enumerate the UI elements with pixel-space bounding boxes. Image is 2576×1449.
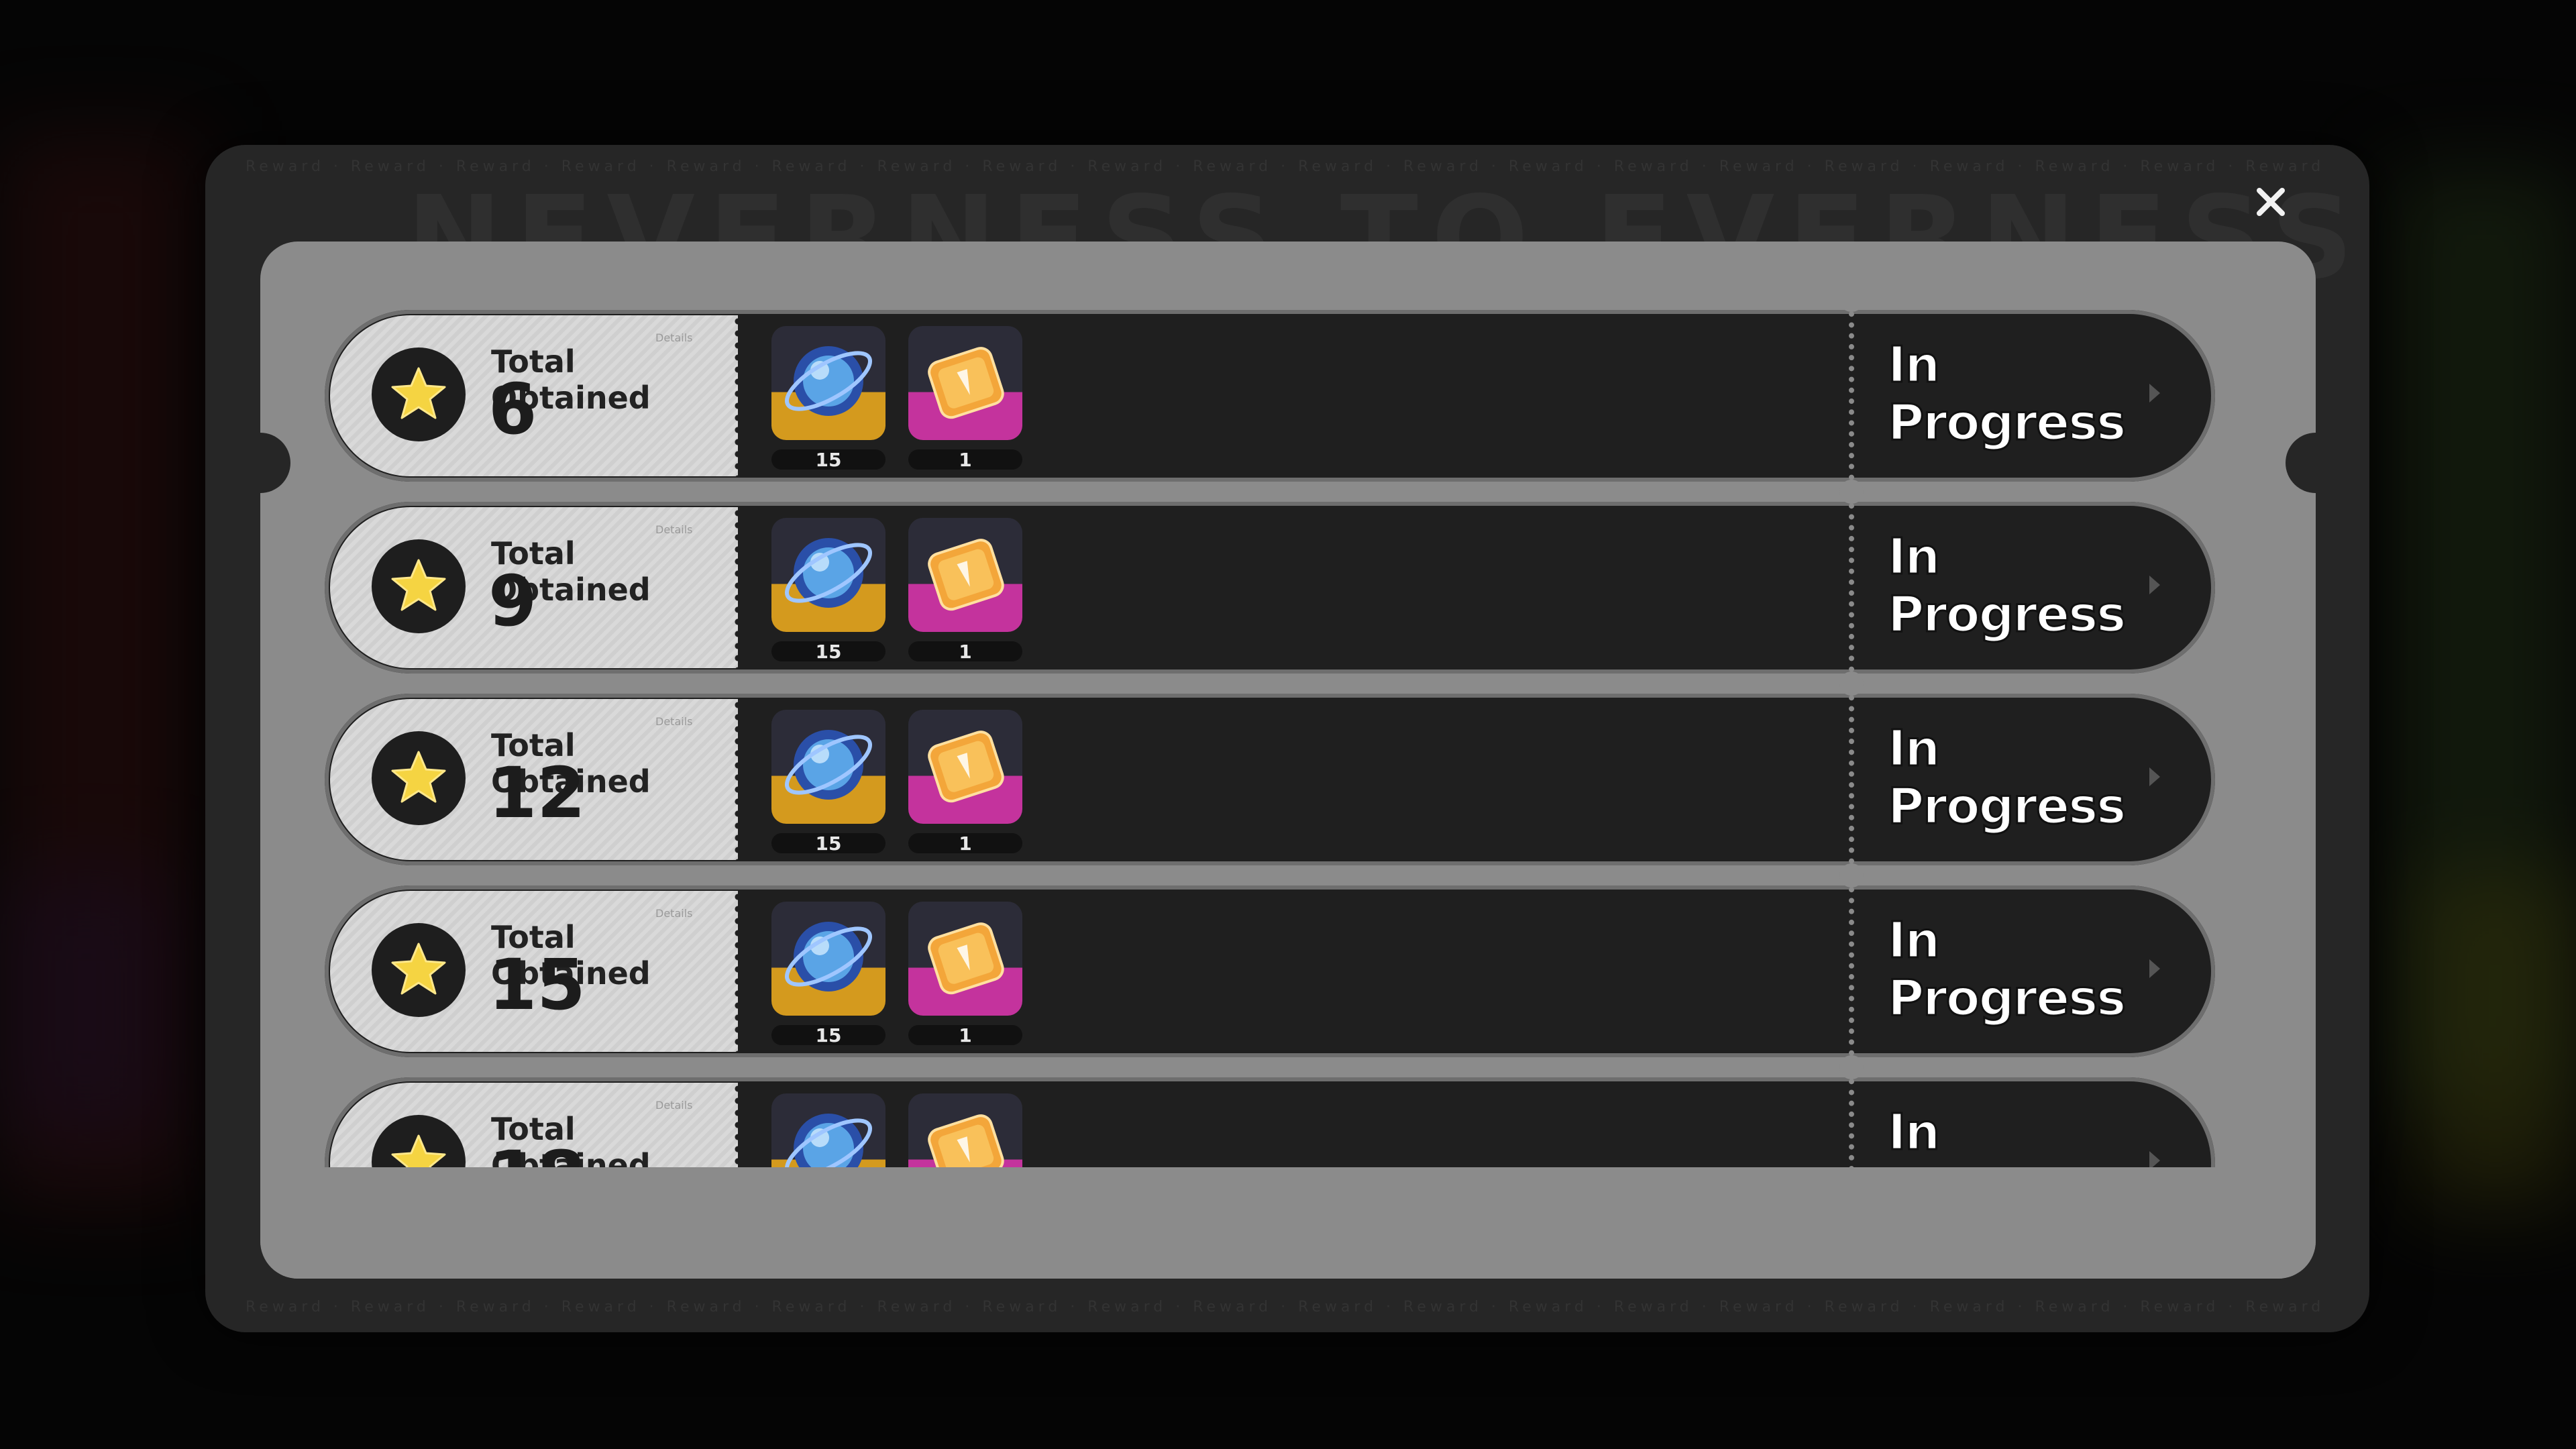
status-label: In Progress <box>1887 719 2127 837</box>
divider-joint <box>1839 672 1864 696</box>
reward-row: Total Obtained 12 Details 15 1 In Progre… <box>325 672 2215 875</box>
blue-orb-icon <box>771 538 885 632</box>
golden-ticket-icon <box>908 347 1022 440</box>
total-obtained-value: 15 <box>488 944 586 1026</box>
divider-joint <box>1839 863 1864 888</box>
star-icon <box>372 923 466 1017</box>
details-link[interactable]: Details <box>655 1099 692 1112</box>
reward-item-ticket[interactable] <box>908 518 1022 632</box>
divider-joint <box>1839 310 1864 312</box>
chevron-right-icon <box>2149 959 2160 978</box>
reward-item-quantity: 15 <box>771 449 885 471</box>
reward-row: Total Obtained 15 Details 15 1 In Progre… <box>325 863 2215 1067</box>
blue-orb-icon <box>771 922 885 1016</box>
close-button[interactable] <box>2249 180 2293 224</box>
reward-item-quantity: 1 <box>908 641 1022 663</box>
divider-joint <box>1839 480 1864 504</box>
star-icon <box>372 539 466 633</box>
reward-item-quantity: 1 <box>908 833 1022 855</box>
details-link[interactable]: Details <box>655 715 692 728</box>
reward-item-ticket[interactable] <box>908 902 1022 1016</box>
row-divider <box>1849 492 1854 683</box>
status-button[interactable]: In Progress <box>1887 527 2160 645</box>
reward-threshold-card[interactable]: Total Obtained 6 Details <box>330 315 743 476</box>
close-icon <box>2257 188 2285 216</box>
reward-item-orb[interactable] <box>771 902 885 1016</box>
star-icon <box>372 731 466 825</box>
reward-item-quantity: 1 <box>908 449 1022 471</box>
reward-list-panel: Total Obtained 6 Details 15 1 In Progres… <box>260 241 2316 1279</box>
blue-orb-icon <box>771 730 885 824</box>
reward-threshold-card[interactable]: Total Obtained 12 Details <box>330 699 743 860</box>
chevron-right-icon <box>2149 767 2160 786</box>
panel-notch-right <box>2286 433 2316 493</box>
details-link[interactable]: Details <box>655 907 692 920</box>
reward-item-quantity: 15 <box>771 641 885 663</box>
total-obtained-value: 9 <box>488 560 537 642</box>
reward-item-orb[interactable] <box>771 518 885 632</box>
bottom-stripe-text: Reward · Reward · Reward · Reward · Rewa… <box>246 1299 2329 1316</box>
chevron-right-icon <box>2149 384 2160 402</box>
reward-item-ticket[interactable] <box>908 326 1022 440</box>
reward-item-quantity: 1 <box>908 1024 1022 1046</box>
star-icon <box>372 347 466 441</box>
total-obtained-value: 12 <box>488 752 586 834</box>
reward-row: Total Obtained 9 Details 15 1 In Progres… <box>325 480 2215 683</box>
blue-orb-icon <box>771 346 885 440</box>
reward-list[interactable]: Total Obtained 6 Details 15 1 In Progres… <box>325 310 2215 1186</box>
top-stripe-text: Reward · Reward · Reward · Reward · Rewa… <box>246 158 2329 175</box>
chevron-right-icon <box>2149 576 2160 594</box>
reward-item-ticket[interactable] <box>908 710 1022 824</box>
total-obtained-value: 6 <box>488 368 537 450</box>
status-button[interactable]: In Progress <box>1887 335 2160 453</box>
divider-joint <box>1839 1055 1864 1079</box>
golden-ticket-icon <box>908 731 1022 824</box>
reward-item-quantity: 15 <box>771 833 885 855</box>
row-divider <box>1849 876 1854 1067</box>
status-button[interactable]: In Progress <box>1887 719 2160 837</box>
reward-threshold-card[interactable]: Total Obtained 9 Details <box>330 507 743 668</box>
reward-item-orb[interactable] <box>771 326 885 440</box>
row-divider <box>1849 684 1854 875</box>
reward-row: Total Obtained 6 Details 15 1 In Progres… <box>325 310 2215 491</box>
status-label: In Progress <box>1887 527 2127 645</box>
details-link[interactable]: Details <box>655 331 692 344</box>
golden-ticket-icon <box>908 539 1022 632</box>
list-bottom-fade <box>260 1167 2316 1279</box>
status-label: In Progress <box>1887 335 2127 453</box>
reward-threshold-card[interactable]: Total Obtained 15 Details <box>330 891 743 1052</box>
row-divider <box>1849 310 1854 491</box>
details-link[interactable]: Details <box>655 523 692 536</box>
panel-notch-left <box>260 433 290 493</box>
golden-ticket-icon <box>908 922 1022 1016</box>
status-button[interactable]: In Progress <box>1887 911 2160 1028</box>
reward-item-quantity: 15 <box>771 1024 885 1046</box>
reward-item-orb[interactable] <box>771 710 885 824</box>
status-label: In Progress <box>1887 911 2127 1028</box>
